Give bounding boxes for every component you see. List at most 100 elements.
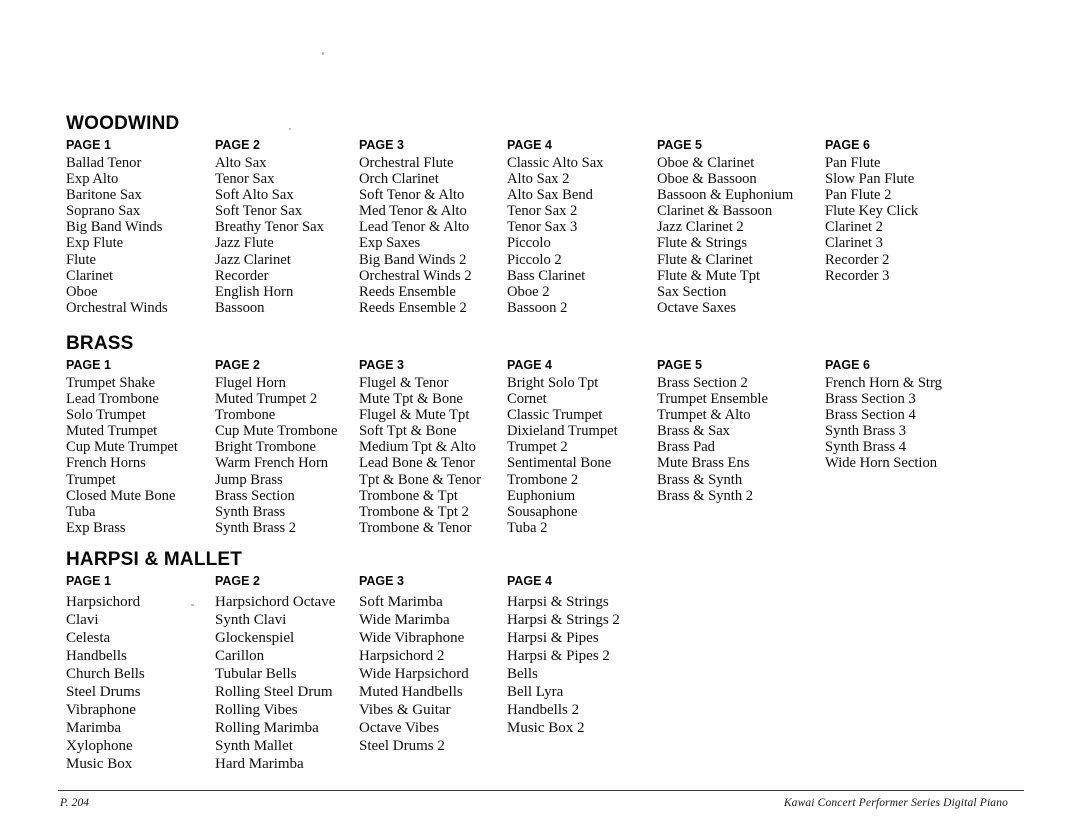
sound-list: Orchestral Flute Orch Clarinet Soft Teno…	[359, 155, 509, 316]
list-item: Bassoon & Euphonium	[657, 187, 794, 204]
list-item: Wide Harpsichord	[359, 666, 469, 683]
list-item: Wide Marimba	[359, 612, 450, 629]
list-item: Exp Saxes	[359, 235, 421, 252]
page-column-header: PAGE 1	[66, 358, 111, 372]
page-column-1: PAGE 1 Trumpet Shake Lead Trombone Solo …	[66, 358, 216, 536]
list-item: Steel Drums 2	[359, 738, 445, 755]
list-item: Harpsi & Strings 2	[507, 612, 620, 629]
sound-list: Bright Solo Tpt Cornet Classic Trumpet D…	[507, 375, 657, 536]
list-item: Flute & Clarinet	[657, 251, 753, 268]
list-item: Harpsi & Pipes	[507, 630, 599, 647]
list-item: Synth Brass 4	[825, 439, 907, 456]
list-item: Synth Mallet	[215, 738, 293, 755]
list-item: Classic Alto Sax	[507, 155, 604, 171]
page-column-6: PAGE 6 Pan Flute Slow Pan Flute Pan Flut…	[825, 138, 1015, 284]
list-item: Brass Section 2	[657, 375, 748, 391]
list-item: Muted Trumpet 2	[215, 391, 318, 408]
sound-list: Trumpet Shake Lead Trombone Solo Trumpet…	[66, 375, 216, 536]
list-item: Tenor Sax 3	[507, 219, 578, 236]
footer-page-number: P. 204	[60, 797, 90, 809]
list-item: Trombone & Tpt 2	[359, 503, 469, 520]
list-item: Dixieland Trumpet	[507, 423, 618, 440]
page-column-header: PAGE 4	[507, 138, 552, 152]
list-item: Recorder	[215, 267, 269, 284]
section-woodwind: WOODWIND PAGE 1 Ballad Tenor Exp Alto Ba…	[66, 114, 1026, 338]
list-item: Handbells 2	[507, 702, 580, 719]
list-item: Clarinet & Bassoon	[657, 203, 773, 220]
list-item: Muted Trumpet	[66, 423, 158, 440]
list-item: Trombone & Tenor	[359, 519, 472, 536]
list-item: Breathy Tenor Sax	[215, 219, 324, 236]
scan-speck	[322, 52, 324, 55]
list-item: Warm French Horn	[215, 455, 329, 472]
list-item: Soprano Sax	[66, 203, 141, 220]
list-item: Synth Brass	[215, 503, 286, 520]
list-item: Mute Tpt & Bone	[359, 391, 463, 408]
list-item: Pan Flute 2	[825, 187, 892, 204]
list-item: Trumpet & Alto	[657, 407, 751, 424]
list-item: Rolling Steel Drum	[215, 684, 333, 701]
list-item: Harpsi & Pipes 2	[507, 648, 610, 665]
page-column-3: PAGE 3 Soft Marimba Wide Marimba Wide Vi…	[359, 574, 509, 755]
list-item: French Horns	[66, 455, 146, 472]
list-item: Vibes & Guitar	[359, 702, 451, 719]
list-item: Classic Trumpet	[507, 407, 603, 424]
list-item: Orchestral Flute	[359, 155, 454, 171]
sound-list: Brass Section 2 Trumpet Ensemble Trumpet…	[657, 375, 827, 504]
list-item: Flute & Strings	[657, 235, 748, 252]
footer-product-title: Kawai Concert Performer Series Digital P…	[783, 797, 1008, 809]
section-title: HARPSI & MALLET	[66, 549, 243, 570]
list-item: Soft Alto Sax	[215, 187, 294, 204]
list-item: Pan Flute	[825, 155, 881, 171]
list-item: Music Box 2	[507, 720, 585, 737]
list-item: Trombone	[215, 407, 276, 424]
list-item: Tpt & Bone & Tenor	[359, 471, 481, 488]
sound-list: French Horn & Strg Brass Section 3 Brass…	[825, 375, 1015, 472]
page-column-1: PAGE 1 Harpsichord Clavi Celesta Handbel…	[66, 574, 216, 773]
list-item: Bassoon	[215, 299, 265, 316]
section-brass: BRASS PAGE 1 Trumpet Shake Lead Trombone…	[66, 334, 1026, 558]
list-item: Tenor Sax	[215, 171, 275, 188]
list-item: Bass Clarinet	[507, 267, 586, 284]
sound-list: Ballad Tenor Exp Alto Baritone Sax Sopra…	[66, 155, 216, 316]
list-item: Oboe 2	[507, 283, 550, 300]
list-item: Tenor Sax 2	[507, 203, 578, 220]
list-item: Clarinet	[66, 267, 114, 284]
list-item: Flugel Horn	[215, 375, 286, 391]
list-item: Cup Mute Trombone	[215, 423, 338, 440]
list-item: Exp Flute	[66, 235, 124, 252]
list-item: Soft Marimba	[359, 594, 443, 610]
section-columns: PAGE 1 Harpsichord Clavi Celesta Handbel…	[66, 574, 1026, 794]
list-item: Cornet	[507, 391, 547, 408]
list-item: Clarinet 2	[825, 219, 883, 236]
page-column-6: PAGE 6 French Horn & Strg Brass Section …	[825, 358, 1015, 472]
list-item: Church Bells	[66, 666, 145, 683]
page-column-header: PAGE 3	[359, 138, 404, 152]
list-item: Exp Brass	[66, 519, 126, 536]
page-column-header: PAGE 4	[507, 574, 552, 588]
list-item: Oboe & Clarinet	[657, 155, 755, 171]
list-item: English Horn	[215, 283, 294, 300]
list-item: Solo Trumpet	[66, 407, 146, 424]
list-item: Oboe & Bassoon	[657, 171, 757, 188]
list-item: Tuba 2	[507, 519, 548, 536]
list-item: Baritone Sax	[66, 187, 142, 204]
page-column-header: PAGE 5	[657, 138, 702, 152]
list-item: Sax Section	[657, 283, 727, 300]
list-item: Carillon	[215, 648, 265, 665]
list-item: Wide Vibraphone	[359, 630, 465, 647]
page-column-5: PAGE 5 Brass Section 2 Trumpet Ensemble …	[657, 358, 827, 504]
list-item: Big Band Winds 2	[359, 251, 467, 268]
section-title: WOODWIND	[66, 113, 180, 134]
page-column-header: PAGE 2	[215, 574, 260, 588]
list-item: Alto Sax 2	[507, 171, 570, 188]
page-column-header: PAGE 2	[215, 138, 260, 152]
list-item: Harpsichord	[66, 594, 141, 610]
list-item: Soft Tenor & Alto	[359, 187, 465, 204]
sound-list: Oboe & Clarinet Oboe & Bassoon Bassoon &…	[657, 155, 827, 316]
list-item: Reeds Ensemble	[359, 283, 456, 300]
list-item: Soft Tpt & Bone	[359, 423, 457, 440]
list-item: Lead Tenor & Alto	[359, 219, 470, 236]
list-item: Flugel & Mute Tpt	[359, 407, 470, 424]
list-item: Big Band Winds	[66, 219, 163, 236]
